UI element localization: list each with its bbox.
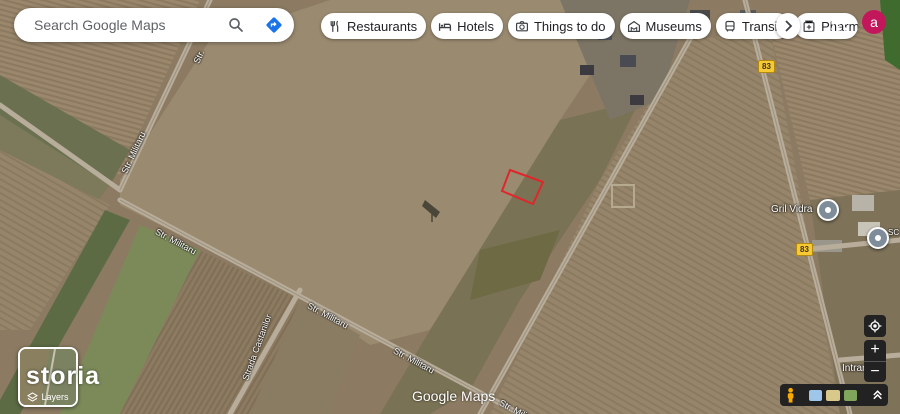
route-shield-83-top: 83: [758, 60, 775, 73]
chip-label: Museums: [645, 18, 702, 34]
zoom-in-button[interactable]: +: [864, 340, 886, 362]
pegman-icon[interactable]: [784, 387, 797, 403]
expand-up-icon[interactable]: [871, 388, 884, 402]
apps-grid-icon[interactable]: [829, 13, 849, 33]
my-location-icon: [868, 319, 882, 333]
place-pin-gril-vidra[interactable]: [817, 199, 839, 221]
chip-label: Hotels: [457, 18, 494, 34]
layers-icon: [27, 392, 39, 402]
storia-watermark: storia: [26, 362, 101, 390]
chip-things-to-do[interactable]: Things to do: [507, 13, 615, 39]
satellite-thumbnail[interactable]: [843, 389, 857, 401]
search-icon[interactable]: [226, 15, 246, 35]
map-tools-bar: [780, 384, 888, 406]
place-label-sc: SC SR: [888, 228, 900, 237]
museum-icon: [627, 19, 641, 33]
route-shield-83-bottom: 83: [796, 243, 813, 256]
chip-hotels[interactable]: Hotels: [431, 13, 503, 39]
camera-icon: [515, 19, 529, 33]
chip-label: Restaurants: [347, 18, 418, 34]
directions-icon[interactable]: [264, 15, 284, 35]
my-location-button[interactable]: [864, 315, 886, 337]
bed-icon: [438, 19, 452, 33]
search-input[interactable]: [32, 16, 226, 34]
satellite-map[interactable]: Str. Str. Militaru Str. Militaru Str. Mi…: [0, 0, 900, 414]
chevron-right-icon[interactable]: [776, 13, 800, 39]
pharmacy-icon: [802, 19, 816, 33]
google-maps-logo: Google Maps: [412, 388, 496, 404]
map-thumbnail[interactable]: [826, 389, 840, 401]
chip-label: Things to do: [533, 18, 606, 34]
zoom-out-button[interactable]: −: [864, 362, 886, 383]
chip-museums[interactable]: Museums: [619, 13, 711, 39]
fork-knife-icon: [328, 19, 342, 33]
zoom-controls: + −: [864, 340, 886, 382]
place-label-gril-vidra[interactable]: Gril Vidra: [771, 204, 813, 215]
street-label-intrare: Intrar: [842, 363, 866, 374]
search-box[interactable]: [14, 8, 294, 42]
bus-icon: [723, 19, 737, 33]
account-avatar[interactable]: a: [862, 10, 886, 34]
chip-restaurants[interactable]: Restaurants: [321, 13, 427, 39]
terrain-thumbnail[interactable]: [809, 389, 823, 401]
place-pin-sc[interactable]: [867, 227, 889, 249]
layers-label: Layers: [41, 392, 69, 402]
